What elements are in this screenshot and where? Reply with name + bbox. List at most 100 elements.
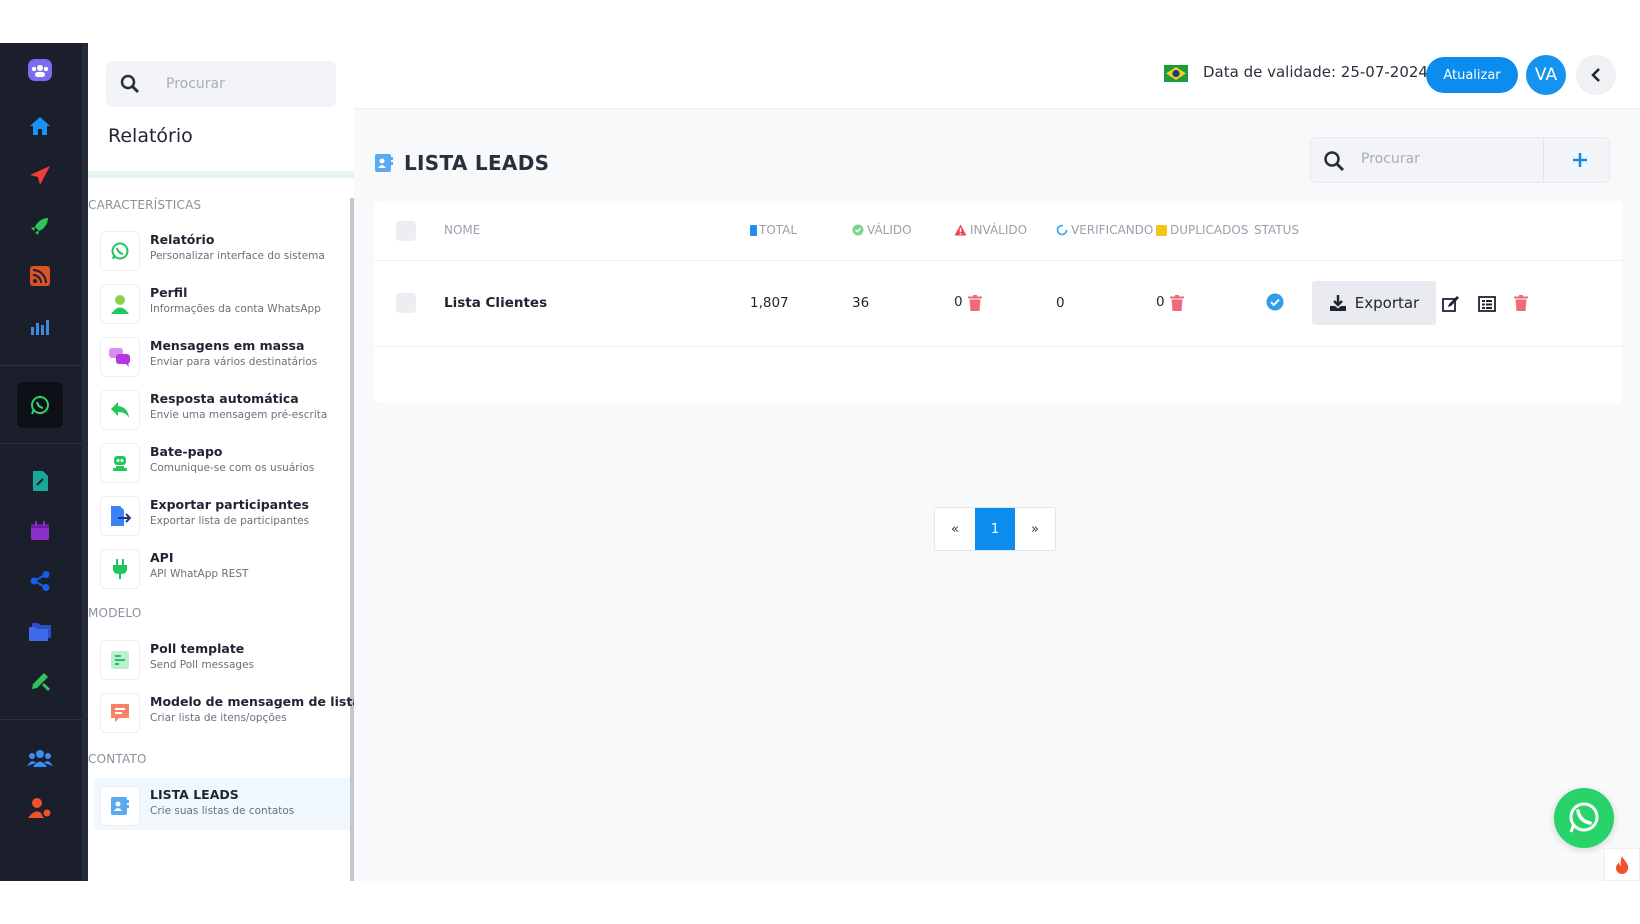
list-view-icon[interactable]: [1478, 296, 1496, 312]
export-button[interactable]: Exportar: [1312, 281, 1436, 325]
page-next-button[interactable]: »: [1015, 508, 1055, 550]
row-invalid: 0: [954, 294, 963, 310]
sidebar-item-perfil[interactable]: Perfil Informações da conta WhatsApp: [94, 276, 350, 328]
check-circle-icon: [852, 224, 864, 236]
fire-button[interactable]: [1604, 848, 1640, 881]
sidebar-item-api[interactable]: API API WhatApp REST: [94, 541, 350, 593]
delete-row-icon[interactable]: [1514, 295, 1528, 311]
leads-table: NOME TOTAL VÁLIDO INVÁLIDO VERIFICANDO D…: [374, 201, 1622, 403]
reply-icon: [100, 390, 140, 430]
sidebar-item-desc: API WhatApp REST: [150, 568, 249, 580]
collapse-sidebar-button[interactable]: [1576, 55, 1616, 95]
col-verifying: VERIFICANDO: [1056, 223, 1153, 237]
sidebar-search-input[interactable]: [166, 76, 306, 92]
search-icon: [1324, 151, 1345, 172]
sidebar-item-label: Bate-papo: [150, 444, 223, 459]
row-name: Lista Clientes: [444, 295, 548, 311]
col-invalid-label: INVÁLIDO: [970, 223, 1028, 237]
sidebar-item-label: API: [150, 550, 174, 565]
sidebar-item-desc: Comunique-se com os usuários: [150, 462, 315, 474]
section-features: CARACTERÍSTICAS: [88, 198, 202, 212]
rss-icon[interactable]: [17, 256, 63, 296]
col-invalid: INVÁLIDO: [954, 223, 1027, 237]
bookmark-icon: [750, 224, 757, 236]
download-icon: [1329, 295, 1346, 311]
sidebar-item-export-participants[interactable]: Exportar participantes Exportar lista de…: [94, 488, 350, 540]
row-duplicates-value: 0: [1156, 294, 1165, 310]
page-title: LISTA LEADS: [404, 151, 550, 175]
sidebar-item-label: Poll template: [150, 641, 245, 656]
sidebar-item-relatorio[interactable]: Relatório Personalizar interface do sist…: [94, 223, 350, 275]
spinner-icon: [1056, 224, 1068, 236]
table-row: Lista Clientes 1,807 36 0 0 0 Exportar: [374, 261, 1622, 347]
sidebar-item-lista-leads[interactable]: LISTA LEADS Crie suas listas de contatos: [94, 778, 350, 830]
sidebar-item-desc: Send Poll messages: [150, 659, 254, 671]
app-logo[interactable]: [17, 51, 63, 91]
user-settings-icon[interactable]: [17, 788, 63, 828]
page-current[interactable]: 1: [975, 508, 1015, 550]
home-icon[interactable]: [17, 106, 63, 146]
sidebar-item-label: Resposta automática: [150, 391, 299, 406]
sidebar-item-poll-template[interactable]: Poll template Send Poll messages: [94, 632, 350, 684]
sidebar-item-chat[interactable]: Bate-papo Comunique-se com os usuários: [94, 435, 350, 487]
contact-list-icon: [375, 154, 393, 172]
col-valid-label: VÁLIDO: [867, 223, 912, 237]
icon-rail: [0, 43, 82, 881]
add-list-button[interactable]: [1551, 138, 1609, 182]
sidebar-item-label: Mensagens em massa: [150, 338, 305, 353]
delete-invalid-icon[interactable]: [968, 295, 982, 311]
select-all-checkbox[interactable]: [396, 221, 416, 241]
col-verifying-label: VERIFICANDO: [1071, 223, 1154, 237]
users-group-icon[interactable]: [17, 738, 63, 778]
row-total: 1,807: [750, 295, 789, 311]
share-icon[interactable]: [17, 561, 63, 601]
col-valid: VÁLIDO: [852, 223, 912, 237]
rocket-icon[interactable]: [17, 206, 63, 246]
fire-icon: [1616, 855, 1629, 874]
folders-icon[interactable]: [17, 611, 63, 651]
edit-icon[interactable]: [1442, 295, 1460, 313]
sidebar-item-label: LISTA LEADS: [150, 787, 239, 802]
sidebar-item-desc: Personalizar interface do sistema: [150, 250, 325, 262]
page-prev-button[interactable]: «: [935, 508, 975, 550]
sidebar-item-mass-messages[interactable]: Mensagens em massa Enviar para vários de…: [94, 329, 350, 381]
row-duplicates: 0: [1156, 294, 1165, 310]
col-total: TOTAL: [750, 223, 797, 237]
whatsapp-chat-button[interactable]: [1554, 788, 1614, 848]
sidebar-item-label: Exportar participantes: [150, 497, 309, 512]
col-duplicates: DUPLICADOS: [1156, 223, 1248, 237]
note-icon: [1156, 224, 1167, 236]
page-header: LISTA LEADS: [374, 151, 549, 175]
sidebar-item-auto-reply[interactable]: Resposta automática Envie uma mensagem p…: [94, 382, 350, 434]
chevron-left-icon: [1591, 68, 1600, 82]
avatar[interactable]: VA: [1526, 55, 1566, 95]
status-verified-icon: [1266, 293, 1284, 311]
brazil-flag-icon: [1164, 65, 1188, 82]
leads-search[interactable]: [1310, 137, 1610, 183]
document-icon[interactable]: [17, 461, 63, 501]
send-icon[interactable]: [17, 156, 63, 196]
col-duplicates-label: DUPLICADOS: [1170, 223, 1249, 237]
export-label: Exportar: [1354, 294, 1420, 312]
sidebar-search[interactable]: [106, 61, 336, 107]
calendar-icon[interactable]: [17, 511, 63, 551]
robot-icon: [100, 443, 140, 483]
row-verifying: 0: [1056, 295, 1065, 311]
delete-duplicates-icon[interactable]: [1170, 295, 1184, 311]
whatsapp-icon[interactable]: [17, 382, 63, 428]
search-icon: [120, 74, 140, 94]
pencil-ruler-icon[interactable]: [17, 661, 63, 701]
sidebar-item-list-message-template[interactable]: Modelo de mensagem de lista Criar lista …: [94, 685, 361, 737]
warning-icon: [954, 224, 967, 236]
sidebar-item-label: Modelo de mensagem de lista: [150, 694, 361, 709]
sidebar-item-label: Perfil: [150, 285, 188, 300]
user-icon: [100, 284, 140, 324]
leads-search-input[interactable]: [1361, 151, 1531, 167]
contact-list-icon: [100, 786, 140, 826]
update-button[interactable]: Atualizar: [1426, 57, 1518, 93]
row-checkbox[interactable]: [396, 293, 416, 313]
app-frame: Relatório CARACTERÍSTICAS Relatório Pers…: [0, 43, 1640, 881]
chart-icon[interactable]: [17, 306, 63, 346]
sidebar-item-label: Relatório: [150, 232, 215, 247]
validity-date: Data de validade: 25-07-2024: [1203, 63, 1428, 81]
